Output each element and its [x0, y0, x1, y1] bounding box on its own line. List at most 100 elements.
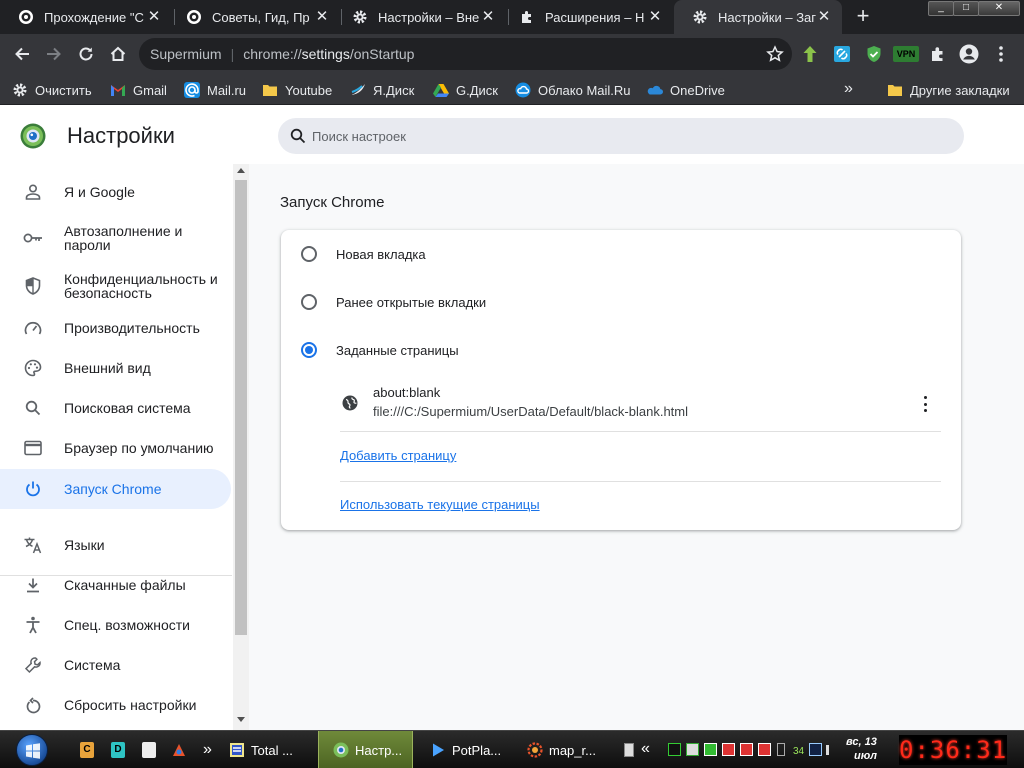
- tray-keyboard-icon[interactable]: [624, 743, 634, 757]
- sidebar-scrollbar[interactable]: [233, 164, 249, 730]
- add-page-link[interactable]: Добавить страницу: [340, 448, 456, 463]
- scrollbar-thumb[interactable]: [235, 180, 247, 635]
- network-icon[interactable]: [809, 743, 822, 756]
- taskbar-item-potplayer[interactable]: PotPla...: [430, 731, 516, 768]
- sidebar-item-downloads[interactable]: Скачанные файлы: [0, 571, 231, 599]
- sidebar-item-privacy[interactable]: Конфиденциальность и безопасность: [0, 268, 231, 304]
- shield-check-icon[interactable]: [864, 44, 884, 64]
- tray-app-icon[interactable]: [722, 743, 735, 756]
- close-window-button[interactable]: ✕: [978, 1, 1020, 16]
- tray-clock[interactable]: 0:36:31: [899, 735, 1007, 765]
- sidebar-item-languages[interactable]: Языки: [0, 531, 231, 559]
- arrow-left-icon: [13, 45, 31, 66]
- notepad-icon[interactable]: [142, 742, 156, 758]
- sidebar-item-system[interactable]: Система: [0, 651, 231, 679]
- settings-search-input[interactable]: Поиск настроек: [278, 118, 964, 154]
- tab-1[interactable]: Прохождение "С ✕: [0, 0, 172, 34]
- quick-launch-c[interactable]: C: [80, 742, 94, 758]
- app-quicklaunch-icon[interactable]: [172, 742, 186, 758]
- profile-avatar-icon[interactable]: [959, 44, 979, 64]
- close-tab-icon[interactable]: ✕: [816, 9, 832, 25]
- option-specific-pages[interactable]: Заданные страницы: [281, 338, 961, 362]
- maximize-button[interactable]: □: [953, 1, 979, 16]
- sidebar-item-appearance[interactable]: Внешний вид: [0, 354, 231, 382]
- sidebar-item-accessibility[interactable]: Спец. возможности: [0, 611, 231, 639]
- home-button[interactable]: [106, 43, 130, 67]
- volume-icon[interactable]: [826, 745, 832, 755]
- bookmark-clean[interactable]: Очистить: [12, 81, 92, 99]
- more-actions-kebab-icon[interactable]: [916, 395, 934, 413]
- tray-app-icon[interactable]: [740, 743, 753, 756]
- update-arrow-icon[interactable]: [800, 44, 820, 64]
- bookmark-mailru-cloud[interactable]: Облако Mail.Ru: [515, 81, 631, 99]
- sidebar-item-on-startup[interactable]: Запуск Chrome: [0, 469, 231, 509]
- radio-button[interactable]: [301, 294, 317, 310]
- bookmarks-overflow-button[interactable]: »: [844, 81, 853, 97]
- tray-clip-icon[interactable]: [777, 743, 785, 756]
- close-tab-icon[interactable]: ✕: [480, 9, 496, 25]
- tray-app-icon[interactable]: [758, 743, 771, 756]
- tray-expand-button[interactable]: «: [641, 740, 650, 758]
- start-button[interactable]: [16, 734, 48, 766]
- taskbar-item-supermium[interactable]: Настр...: [318, 731, 413, 768]
- taskbar-item-total-commander[interactable]: Total ...: [229, 731, 315, 768]
- sidebar-item-label: Запуск Chrome: [64, 481, 162, 497]
- bookmark-label: Я.Диск: [373, 82, 415, 98]
- bookmark-yandex-disk[interactable]: Я.Диск: [350, 81, 414, 99]
- bookmark-label: Gmail: [133, 82, 167, 98]
- radio-button-checked[interactable]: [301, 342, 317, 358]
- windows-logo-icon: [17, 743, 49, 768]
- extensions-puzzle-icon[interactable]: [928, 44, 948, 64]
- sidebar-item-reset[interactable]: Сбросить настройки: [0, 691, 231, 719]
- quick-launch-more[interactable]: »: [203, 741, 212, 759]
- option-continue-where-left[interactable]: Ранее открытые вкладки: [281, 290, 961, 314]
- sidebar-item-you-and-google[interactable]: Я и Google: [0, 178, 231, 206]
- menu-kebab-icon[interactable]: [991, 44, 1011, 64]
- globe-icon: [342, 395, 358, 411]
- sidebar-item-search-engine[interactable]: Поисковая система: [0, 394, 231, 422]
- sidebar-item-performance[interactable]: Производительность: [0, 314, 231, 342]
- vpn-extension-icon[interactable]: VPN: [893, 44, 919, 64]
- tab-5-active[interactable]: Настройки – Заг ✕: [674, 0, 842, 34]
- quick-launch-d[interactable]: D: [111, 742, 125, 758]
- address-bar[interactable]: Supermium | chrome://settings/onStartup: [139, 38, 792, 70]
- bookmark-onedrive[interactable]: OneDrive: [647, 81, 725, 99]
- bookmark-youtube[interactable]: Youtube: [262, 81, 332, 99]
- sidebar-item-default-browser[interactable]: Браузер по умолчанию: [0, 434, 231, 462]
- link-extension-icon[interactable]: [832, 44, 852, 64]
- radio-button[interactable]: [301, 246, 317, 262]
- bookmark-label: OneDrive: [670, 82, 725, 98]
- bookmark-star-icon[interactable]: [766, 45, 784, 66]
- tab-4[interactable]: Расширения – Н ✕: [501, 0, 673, 34]
- tab-3[interactable]: Настройки – Вне ✕: [334, 0, 506, 34]
- scroll-up-arrow-icon[interactable]: [237, 168, 245, 173]
- close-tab-icon[interactable]: ✕: [314, 9, 330, 25]
- scroll-down-arrow-icon[interactable]: [237, 717, 245, 722]
- gear-icon: [692, 9, 708, 25]
- bookmark-google-drive[interactable]: G.Диск: [433, 81, 498, 99]
- browser-window-icon: [23, 438, 43, 458]
- card-divider: [340, 481, 941, 482]
- close-tab-icon[interactable]: ✕: [647, 9, 663, 25]
- new-tab-button[interactable]: +: [852, 5, 874, 27]
- close-tab-icon[interactable]: ✕: [146, 9, 162, 25]
- onedrive-icon: [647, 82, 663, 98]
- tab-2[interactable]: Советы, Гид, Пр ✕: [168, 0, 340, 34]
- other-bookmarks-folder[interactable]: Другие закладки: [887, 81, 1010, 99]
- option-new-tab[interactable]: Новая вкладка: [281, 242, 961, 266]
- reload-button[interactable]: [74, 43, 98, 67]
- taskbar-item-map[interactable]: map_r...: [527, 731, 613, 768]
- tray-monitor-icon[interactable]: [668, 743, 681, 756]
- tray-app-icon[interactable]: [704, 743, 717, 756]
- bookmark-mailru[interactable]: Mail.ru: [184, 81, 246, 99]
- sidebar-item-autofill[interactable]: Автозаполнение и пароли: [0, 220, 231, 256]
- bookmark-label: G.Диск: [456, 82, 498, 98]
- back-button[interactable]: [10, 43, 34, 67]
- option-label: Ранее открытые вкладки: [336, 294, 487, 310]
- use-current-pages-link[interactable]: Использовать текущие страницы: [340, 497, 540, 512]
- forward-button[interactable]: [42, 43, 66, 67]
- minimize-button[interactable]: _: [928, 1, 954, 16]
- tray-app-icon[interactable]: [686, 743, 699, 756]
- option-label: Новая вкладка: [336, 246, 426, 262]
- bookmark-gmail[interactable]: Gmail: [110, 81, 167, 99]
